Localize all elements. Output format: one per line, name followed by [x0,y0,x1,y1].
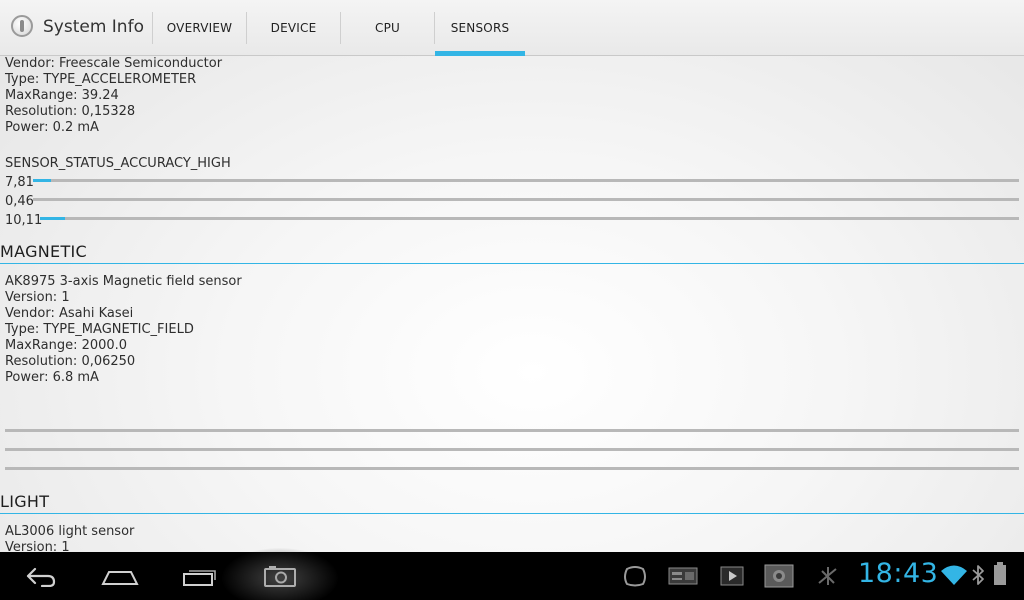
notification-card[interactable] [668,565,698,587]
tab-cpu[interactable]: CPU [341,0,434,56]
home-icon [101,571,139,585]
accelerometer-x-bar-fill [33,179,51,182]
back-icon [26,567,56,587]
magnetic-maxrange: MaxRange: 2000.0 [5,338,128,353]
wifi-icon [941,565,967,585]
tab-sensors[interactable]: SENSORS [435,0,525,56]
magnetic-type: Type: TYPE_MAGNETIC_FIELD [5,322,194,337]
status-clock: 18:43 [858,558,939,589]
notification-app[interactable] [622,565,648,587]
notification-media[interactable] [719,565,745,587]
action-bar: System Info OVERVIEW DEVICE CPU SENSORS [0,0,1024,56]
accelerometer-vendor: Vendor: Freescale Semiconductor [5,56,223,71]
accelerometer-status: SENSOR_STATUS_ACCURACY_HIGH [5,156,231,171]
app-info-icon[interactable] [11,15,33,37]
notification-card-icon [668,567,698,585]
bluetooth-icon [972,565,984,585]
notification-photo[interactable] [764,564,794,588]
battery-icon [994,562,1006,585]
light-heading: LIGHT [0,492,50,511]
light-version: Version: 1 [5,540,70,552]
magnetic-x-bar [5,429,1019,432]
accelerometer-x-value: 7,81 [5,175,34,190]
app-title: System Info [43,17,144,37]
accelerometer-x-bar [33,179,1019,182]
sensor-list[interactable]: Vendor: Freescale Semiconductor Type: TY… [0,56,1024,552]
accelerometer-y-bar [33,198,1019,201]
screenshot-icon [264,566,296,587]
accelerometer-power: Power: 0.2 mA [5,120,99,135]
screenshot-button[interactable] [252,558,308,594]
magnetic-name: AK8975 3-axis Magnetic field sensor [5,274,242,289]
accelerometer-type: Type: TYPE_ACCELEROMETER [5,72,197,87]
tab-device[interactable]: DEVICE [247,0,340,56]
bluetooth-status [970,564,986,586]
magnetic-heading: MAGNETIC [0,242,88,261]
accelerometer-z-bar-fill [40,217,66,220]
magnetic-divider [0,263,1024,264]
magnetic-vendor: Vendor: Asahi Kasei [5,306,134,321]
tab-overview[interactable]: OVERVIEW [153,0,246,56]
notification-photo-icon [764,564,794,588]
notification-media-icon [720,566,744,586]
recent-apps-icon [183,570,216,586]
accelerometer-resolution: Resolution: 0,15328 [5,104,136,119]
accelerometer-maxrange: MaxRange: 39.24 [5,88,119,103]
accelerometer-z-bar [40,217,1019,220]
accelerometer-y-value: 0,46 [5,194,34,209]
magnetic-version: Version: 1 [5,290,70,305]
back-button[interactable] [12,558,68,594]
battery-status [990,562,1010,585]
recent-apps-button[interactable] [172,558,228,594]
light-divider [0,513,1024,514]
accelerometer-z-value: 10,11 [5,213,43,228]
home-button[interactable] [92,558,148,594]
notification-usb-icon [818,567,837,585]
magnetic-z-bar [5,467,1019,470]
magnetic-y-bar [5,448,1019,451]
notification-app-icon [624,566,646,587]
light-name: AL3006 light sensor [5,524,135,539]
wifi-status [940,564,968,586]
magnetic-resolution: Resolution: 0,06250 [5,354,136,369]
notification-usb[interactable] [815,565,841,587]
magnetic-power: Power: 6.8 mA [5,370,99,385]
